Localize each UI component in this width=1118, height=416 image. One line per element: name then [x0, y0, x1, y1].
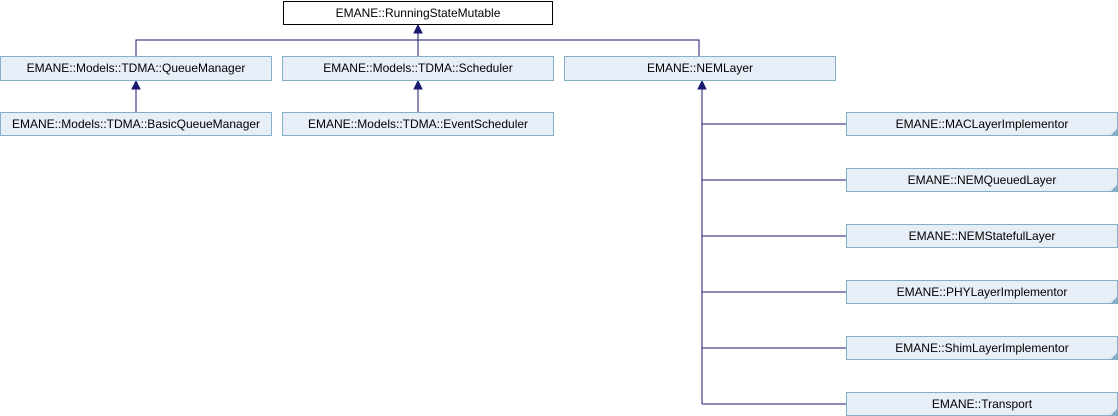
node-shim-layer-implementor[interactable]: EMANE::ShimLayerImplementor	[846, 336, 1118, 360]
node-label: EMANE::NEMStatefulLayer	[909, 229, 1056, 243]
arrowhead-to-queuemanager	[131, 79, 141, 90]
node-label: EMANE::NEMQueuedLayer	[908, 173, 1057, 187]
class-inheritance-diagram: EMANE::RunningStateMutable EMANE::Models…	[0, 1, 1118, 416]
node-queue-manager[interactable]: EMANE::Models::TDMA::QueueManager	[0, 56, 272, 81]
node-phy-layer-implementor[interactable]: EMANE::PHYLayerImplementor	[846, 280, 1118, 304]
node-label: EMANE::Models::TDMA::BasicQueueManager	[12, 117, 260, 131]
node-mac-layer-implementor[interactable]: EMANE::MACLayerImplementor	[846, 112, 1118, 136]
arrowhead-to-root	[413, 23, 423, 34]
node-label: EMANE::NEMLayer	[647, 61, 753, 75]
inheritance-edges	[135, 26, 846, 405]
node-event-scheduler[interactable]: EMANE::Models::TDMA::EventScheduler	[282, 112, 554, 136]
node-label: EMANE::Models::TDMA::QueueManager	[27, 61, 246, 75]
node-label: EMANE::ShimLayerImplementor	[895, 341, 1068, 355]
arrowhead-to-nemlayer	[697, 79, 707, 90]
node-label: EMANE::MACLayerImplementor	[896, 117, 1069, 131]
node-label: EMANE::RunningStateMutable	[336, 6, 501, 20]
node-running-state-mutable[interactable]: EMANE::RunningStateMutable	[283, 1, 553, 25]
node-nem-layer[interactable]: EMANE::NEMLayer	[564, 56, 836, 81]
node-label: EMANE::Models::TDMA::EventScheduler	[308, 117, 528, 131]
node-transport[interactable]: EMANE::Transport	[846, 392, 1118, 416]
node-label: EMANE::Transport	[932, 397, 1033, 411]
node-basic-queue-manager[interactable]: EMANE::Models::TDMA::BasicQueueManager	[0, 112, 272, 136]
arrowhead-to-scheduler	[413, 79, 423, 90]
node-scheduler[interactable]: EMANE::Models::TDMA::Scheduler	[282, 56, 554, 81]
node-nem-stateful-layer[interactable]: EMANE::NEMStatefulLayer	[846, 224, 1118, 248]
node-label: EMANE::Models::TDMA::Scheduler	[323, 61, 512, 75]
node-nem-queued-layer[interactable]: EMANE::NEMQueuedLayer	[846, 168, 1118, 192]
node-label: EMANE::PHYLayerImplementor	[897, 285, 1068, 299]
